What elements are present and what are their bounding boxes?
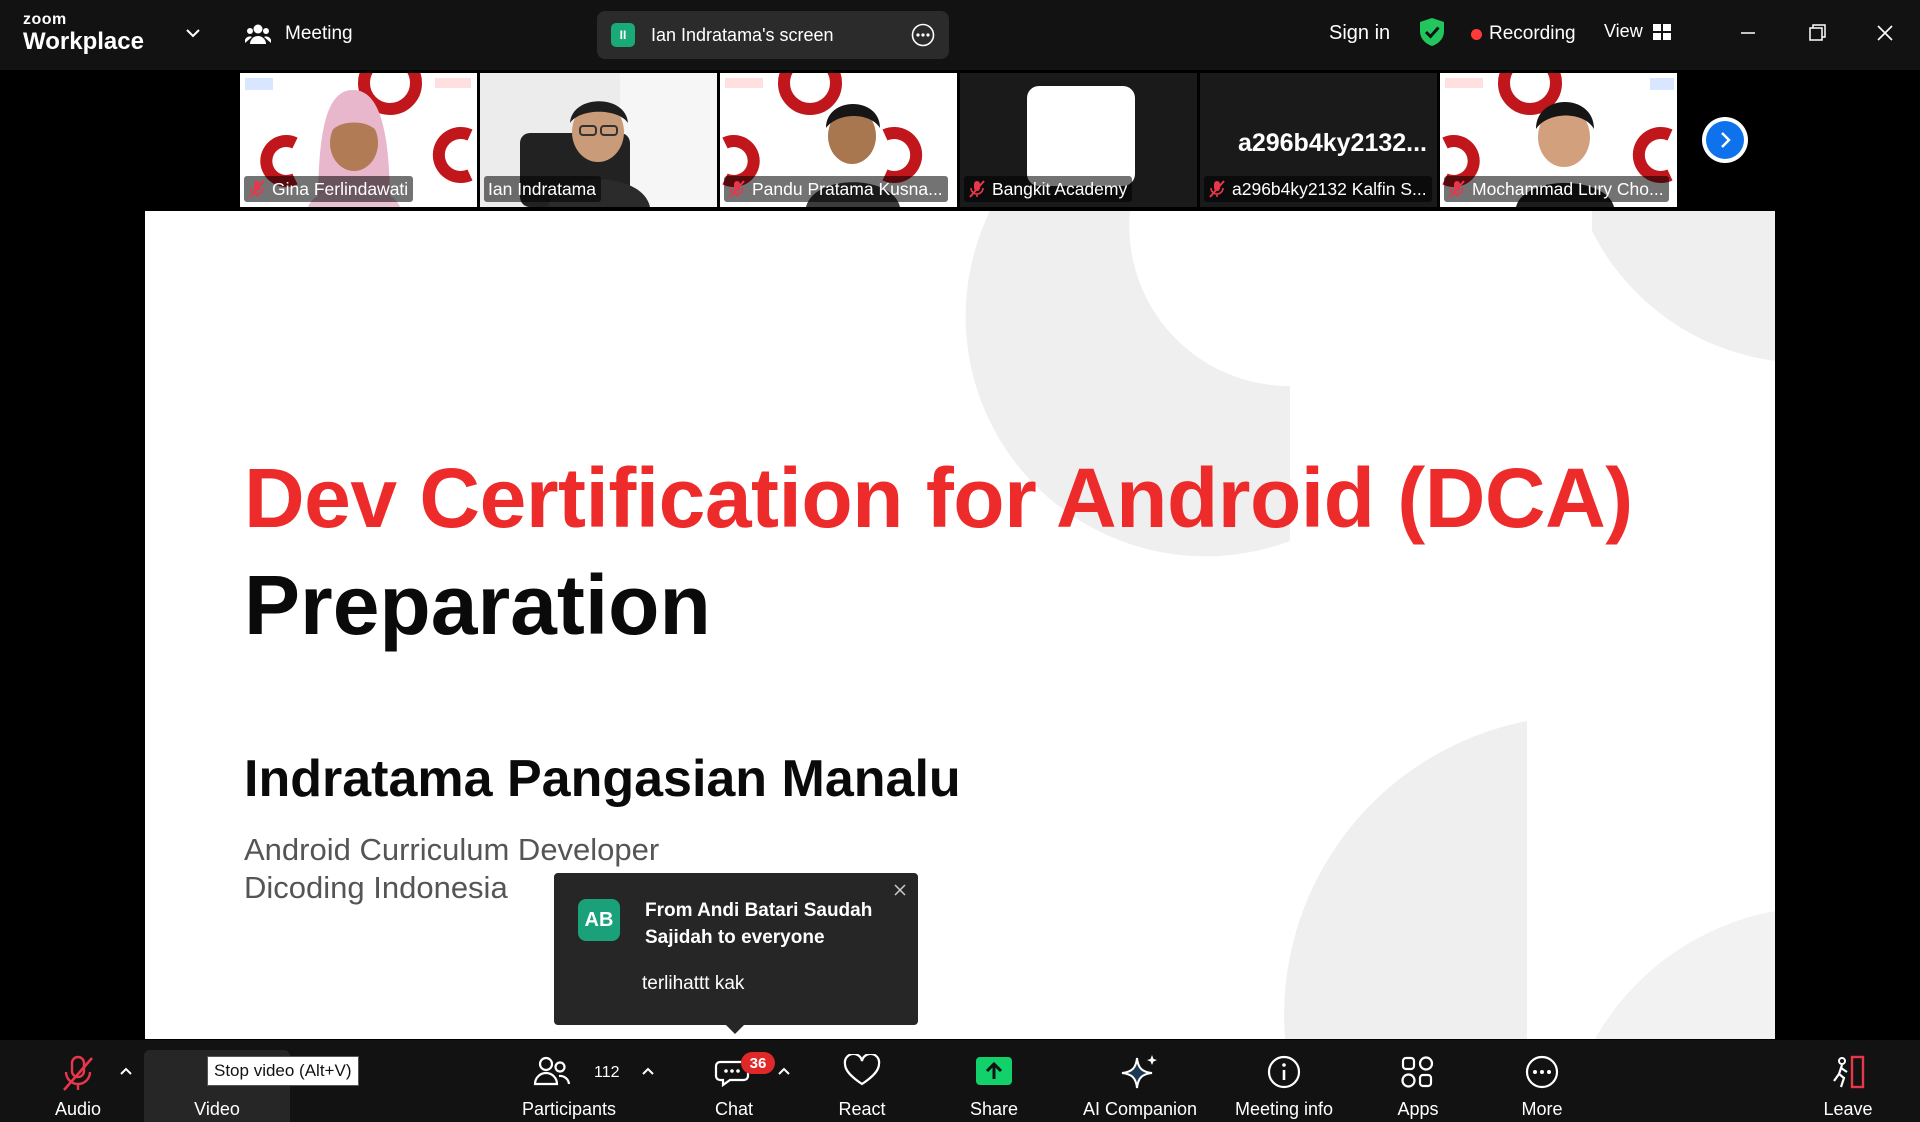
ai-companion-label: AI Companion [1082,1099,1198,1119]
participant-name-tag: Mochammad Lury Cho... [1444,176,1669,202]
chat-message: terlihattt kak [642,973,745,994]
recording-label: Recording [1489,23,1576,44]
audio-label: Audio [54,1099,102,1119]
participants-group-icon [245,24,271,44]
participant-name-tag: Bangkit Academy [964,176,1133,202]
shared-screen: Dev Certification for Android (DCA) Prep… [145,211,1775,1039]
participant-name: Bangkit Academy [992,178,1128,199]
video-label: Video [194,1099,240,1119]
screen-share-indicator[interactable]: II Ian Indratama's screen [597,11,949,59]
sender-avatar: AB [578,899,620,941]
participant-name-tag: Pandu Pratama Kusna... [724,176,948,202]
participant-name: Pandu Pratama Kusna... [752,178,943,199]
apps-icon [1401,1056,1434,1088]
chevron-up-icon[interactable] [119,1066,133,1076]
ai-companion-button[interactable]: AI Companion [1078,1040,1202,1122]
logo-wordmark: zoom [23,11,67,28]
security-shield-icon[interactable] [1418,17,1446,47]
meeting-label: Meeting [285,23,353,44]
share-label: Share [969,1099,1019,1119]
share-screen-icon [976,1057,1012,1085]
apps-label: Apps [1397,1099,1439,1119]
close-icon[interactable] [892,882,908,898]
video-tile[interactable]: a296b4ky2132... a296b4ky2132 Kalfin S... [1200,73,1437,207]
video-tile[interactable]: Mochammad Lury Cho... [1440,73,1677,207]
participants-count: 112 [594,1064,620,1081]
info-icon [1267,1055,1301,1089]
zoom-logo: zoom Workplace [23,12,144,54]
leave-door-icon [1833,1055,1865,1089]
participant-display-name: a296b4ky2132... [1237,129,1427,157]
participant-name: a296b4ky2132 Kalfin S... [1232,178,1427,199]
participant-name: Ian Indratama [488,178,596,199]
share-button[interactable]: Share [958,1040,1030,1122]
apps-button[interactable]: Apps [1382,1040,1454,1122]
chat-notification[interactable]: AB From Andi Batari Saudah Sajidah to ev… [554,873,918,1034]
unread-count-badge: 36 [741,1052,775,1074]
leave-button[interactable]: Leave [1812,1040,1884,1122]
participants-icon [533,1056,571,1086]
presenter-role: Android Curriculum Developer [244,832,660,867]
heart-icon [843,1054,881,1086]
chevron-right-icon [1721,132,1731,148]
participant-name-tag: Gina Ferlindawati [244,176,414,202]
meeting-info-label: Meeting info [1234,1099,1334,1119]
video-tile[interactable]: Gina Ferlindawati [240,73,477,207]
chevron-up-icon[interactable] [777,1066,791,1076]
more-dots-icon [1525,1055,1559,1089]
video-tooltip: Stop video (Alt+V) [207,1056,359,1086]
view-menu[interactable]: View [1604,21,1671,42]
recording-indicator[interactable]: Recording [1471,23,1576,45]
recording-dot-icon [1471,28,1482,40]
share-title: Ian Indratama's screen [651,24,834,45]
share-badge: II [611,23,635,47]
close-icon[interactable] [1870,18,1900,48]
next-page-button[interactable] [1702,117,1748,163]
muted-mic-icon [1449,180,1465,198]
logo-product: Workplace [23,28,144,55]
participant-name-tag: a296b4ky2132 Kalfin S... [1204,176,1432,202]
restore-icon[interactable] [1802,18,1832,48]
meeting-info-button[interactable]: Meeting info [1230,1040,1338,1122]
participant-name: Gina Ferlindawati [272,178,409,199]
muted-mic-icon [1209,180,1225,198]
chevron-down-icon[interactable] [183,23,203,43]
slide-title: Dev Certification for Android (DCA) [244,451,1633,545]
view-label: View [1604,21,1643,41]
chevron-up-icon[interactable] [641,1066,655,1076]
leave-label: Leave [1823,1099,1873,1119]
meeting-menu[interactable]: Meeting [245,22,353,46]
video-tile[interactable]: Bangkit Academy [960,73,1197,207]
muted-mic-icon [969,180,985,198]
participants-label: Participants [521,1099,617,1119]
muted-mic-icon [63,1055,93,1091]
muted-mic-icon [729,180,745,198]
grid-view-icon [1652,23,1671,40]
top-bar: zoom Workplace Meeting II Ian Indratama'… [0,0,1920,70]
minimize-icon[interactable] [1733,18,1763,48]
chat-sender: From Andi Batari Saudah Sajidah to every… [645,900,873,948]
react-button[interactable]: React [826,1040,898,1122]
sign-in-link[interactable]: Sign in [1329,22,1390,45]
slide-subtitle: Preparation [244,558,711,652]
more-label: More [1521,1099,1563,1119]
react-label: React [838,1099,886,1119]
chat-label: Chat [714,1099,754,1119]
video-tile[interactable]: Pandu Pratama Kusna... [720,73,957,207]
video-tile[interactable]: Ian Indratama [480,73,717,207]
meeting-toolbar: Audio Video Stop video (Alt+V) Participa… [0,1040,1920,1122]
more-button[interactable]: More [1506,1040,1578,1122]
sparkle-icon [1121,1055,1157,1089]
participant-avatar [1027,86,1135,186]
participant-name-tag: Ian Indratama [484,176,601,202]
participant-strip: Gina Ferlindawati Ian Indratama Pandu Pr… [0,70,1920,210]
audio-button[interactable]: Audio [42,1040,114,1122]
presenter-name: Indratama Pangasian Manalu [244,750,961,808]
participant-name: Mochammad Lury Cho... [1472,178,1664,199]
more-options-icon[interactable] [911,23,935,47]
muted-mic-icon [249,180,265,198]
